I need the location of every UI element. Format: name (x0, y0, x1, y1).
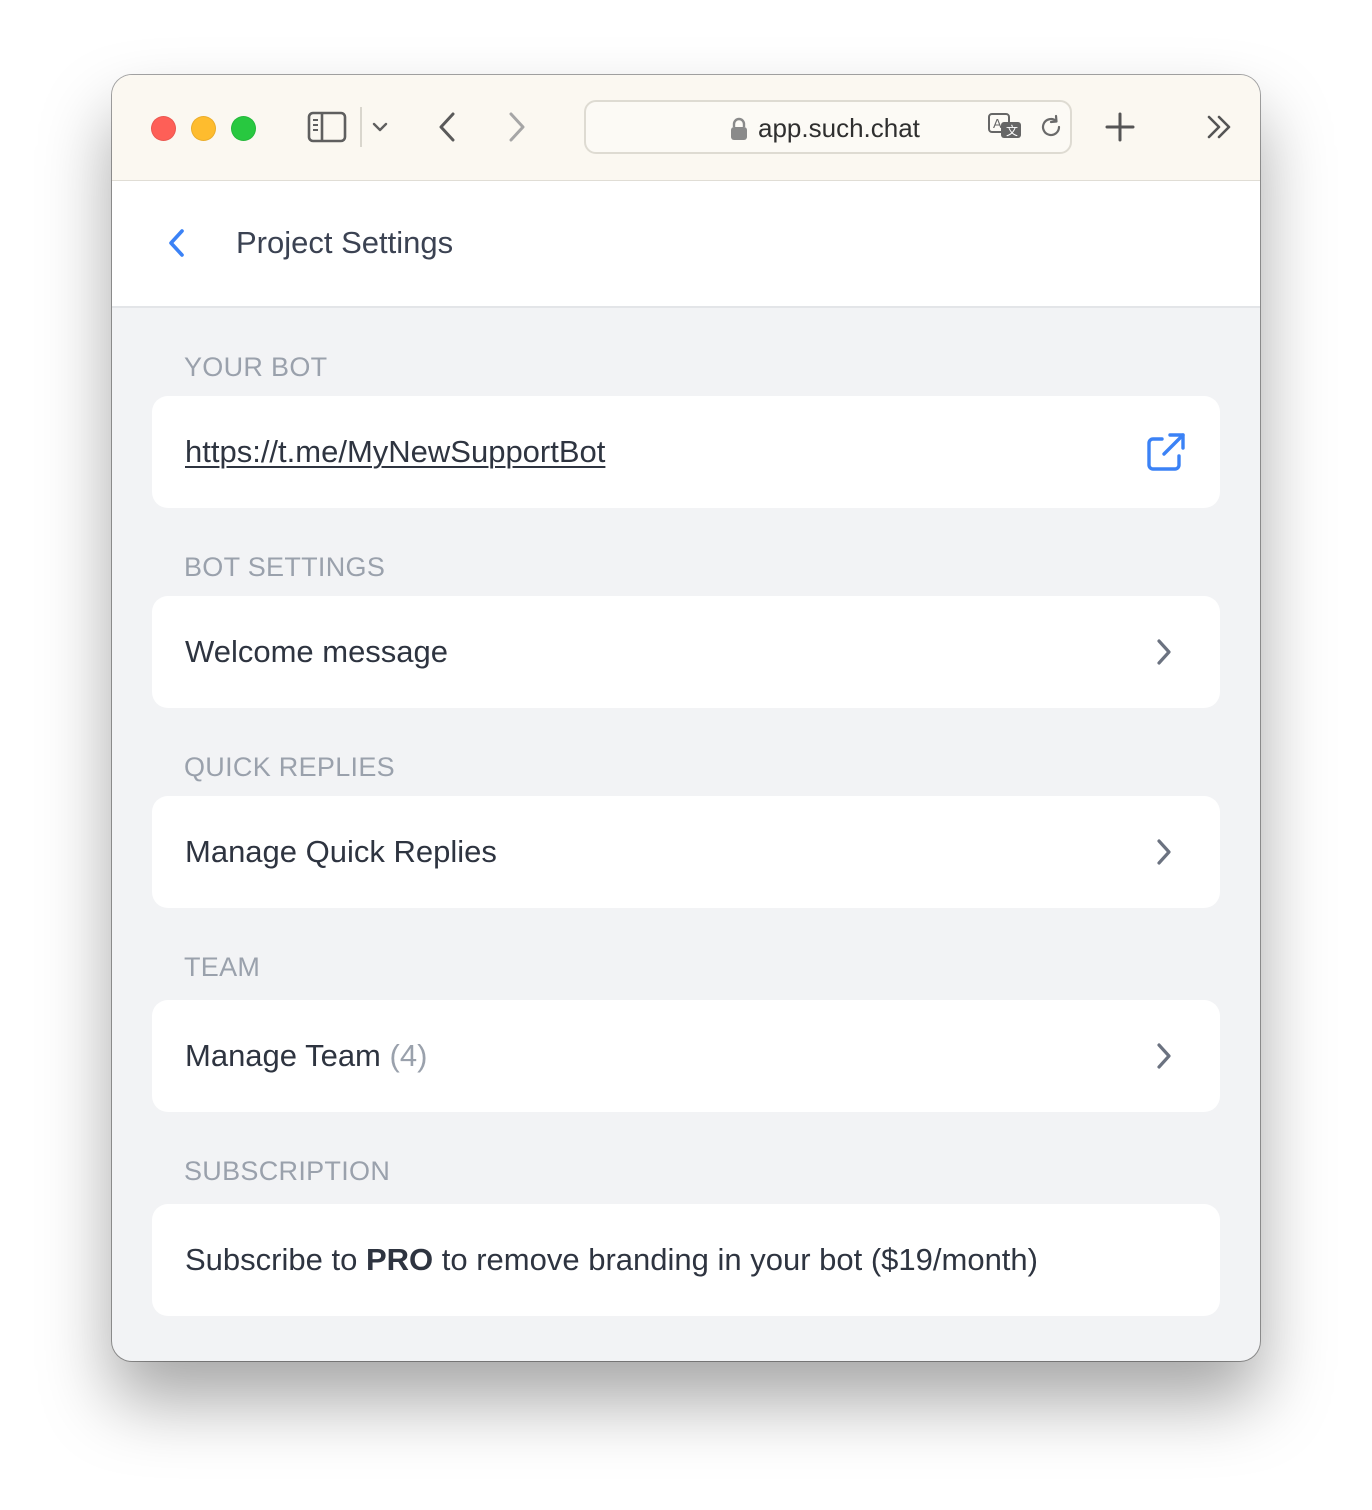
subscription-text-after: to remove branding in your bot ($19/mont… (441, 1242, 1038, 1277)
external-link-icon[interactable] (1146, 432, 1186, 472)
chevron-right-icon[interactable] (504, 109, 530, 145)
manage-team-row[interactable]: Manage Team (4) (152, 1000, 1220, 1112)
svg-text:A: A (993, 116, 1002, 131)
subscription-plan: PRO (365, 1242, 434, 1277)
team-count: (4) (389, 1038, 428, 1073)
section-label-quick-replies: QUICK REPLIES (184, 752, 395, 782)
browser-toolbar: app.such.chat A 文 (112, 75, 1260, 181)
chevron-right-icon (1152, 1040, 1176, 1072)
bot-link[interactable]: https://t.me/MyNewSupportBot (185, 434, 605, 470)
page-title: Project Settings (236, 225, 454, 260)
manage-quick-replies-label: Manage Quick Replies (185, 834, 497, 869)
manage-quick-replies-row[interactable]: Manage Quick Replies (152, 796, 1220, 908)
manage-team-label: Manage Team (185, 1038, 381, 1073)
plus-icon[interactable] (1104, 111, 1136, 143)
svg-text:文: 文 (1006, 123, 1018, 138)
sidebar-icon[interactable] (306, 108, 348, 146)
browser-window: app.such.chat A 文 Project Settings YOUR … (112, 75, 1260, 1361)
bot-link-card[interactable]: https://t.me/MyNewSupportBot (152, 396, 1220, 508)
section-label-bot-settings: BOT SETTINGS (184, 552, 386, 582)
chevron-right-icon (1152, 636, 1176, 668)
chevron-right-icon (1152, 836, 1176, 868)
subscription-text-before: Subscribe to (185, 1242, 358, 1277)
close-window-button[interactable] (151, 116, 176, 141)
welcome-message-row[interactable]: Welcome message (152, 596, 1220, 708)
double-chevron-right-icon[interactable] (1206, 113, 1234, 141)
chevron-left-icon[interactable] (434, 109, 460, 145)
lock-icon (728, 115, 750, 143)
welcome-message-label: Welcome message (185, 634, 449, 669)
chevron-down-icon[interactable] (370, 117, 390, 137)
section-label-subscription: SUBSCRIPTION (184, 1156, 391, 1186)
section-label-your-bot: YOUR BOT (184, 352, 328, 382)
reload-icon[interactable] (1037, 113, 1065, 141)
translate-icon[interactable]: A 文 (986, 111, 1026, 143)
url-text[interactable]: app.such.chat (758, 113, 920, 144)
app-header: Project Settings (112, 181, 1260, 308)
subscription-text: Subscribe to PRO to remove branding in y… (185, 1242, 1038, 1278)
manage-team-text: Manage Team (4) (185, 1038, 427, 1074)
zoom-window-button[interactable] (231, 116, 256, 141)
toolbar-divider (360, 107, 362, 147)
minimize-window-button[interactable] (191, 116, 216, 141)
chevron-left-icon[interactable] (160, 227, 192, 259)
section-label-team: TEAM (184, 952, 261, 982)
subscription-card[interactable]: Subscribe to PRO to remove branding in y… (152, 1204, 1220, 1316)
